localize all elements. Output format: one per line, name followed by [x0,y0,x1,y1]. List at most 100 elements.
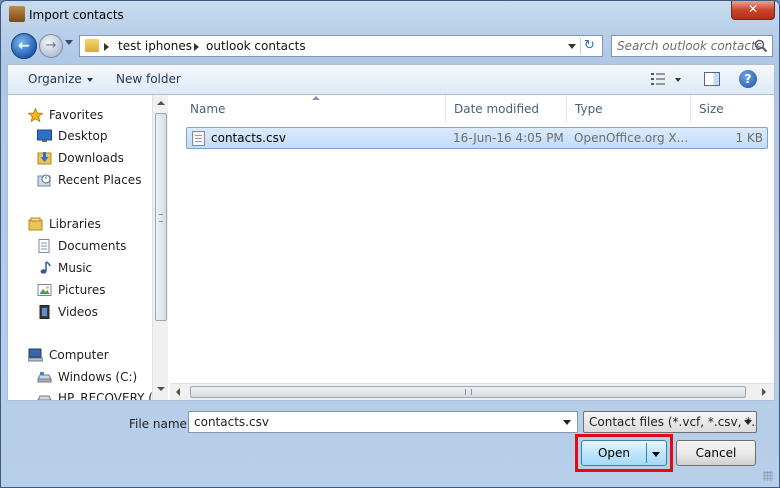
organize-label: Organize [28,72,82,86]
scrollbar-thumb[interactable] [190,386,746,398]
computer-icon [28,348,43,362]
view-options-dropdown-icon[interactable] [675,78,681,82]
recent-places-icon [37,174,51,187]
sidebar-item-documents[interactable]: Documents [8,236,152,256]
column-header-date-modified[interactable]: Date modified [446,95,567,123]
search-input[interactable]: Search outlook contacts [611,35,773,57]
breadcrumb-item[interactable]: test iphones [118,39,192,53]
sort-ascending-icon [312,96,320,100]
sidebar-item-label: Computer [49,348,109,362]
sidebar-item-desktop[interactable]: Desktop [8,126,152,146]
file-name-label: File name: [129,417,191,431]
scroll-right-icon[interactable] [762,388,766,396]
dialog-footer: File name: contacts.csv Contact files (*… [7,401,775,483]
csv-file-icon [192,131,205,146]
sidebar-item-videos[interactable]: Videos [8,302,152,322]
videos-icon [39,305,50,319]
new-folder-button[interactable]: New folder [116,72,181,86]
open-button[interactable]: Open [581,440,667,466]
sidebar-item-hp-recovery[interactable]: HP_RECOVERY (D [8,388,152,400]
sidebar-item-favorites[interactable]: Favorites [8,105,152,125]
table-row[interactable]: contacts.csv 16-Jun-16 4:05 PM OpenOffic… [186,127,768,149]
cancel-button[interactable]: Cancel [676,440,756,466]
sidebar-item-label: Music [58,261,93,275]
column-header-type[interactable]: Type [567,95,691,123]
sidebar-item-pictures[interactable]: Pictures [8,280,152,300]
libraries-icon [28,217,43,231]
file-type-select[interactable]: Contact files (*.vcf, *.csv, *.xls [583,411,757,433]
preview-pane-icon[interactable] [704,72,720,86]
change-view-icon[interactable] [651,73,665,85]
address-dropdown-icon[interactable] [568,44,576,49]
back-arrow-icon[interactable]: ← [11,33,37,59]
breadcrumb-arrow-icon[interactable] [194,43,199,51]
sidebar-item-label: Recent Places [58,173,142,187]
column-header-label: Date modified [454,102,540,116]
help-icon[interactable]: ? [739,70,757,88]
sidebar-item-label: Downloads [58,151,124,165]
app-icon [9,6,25,22]
chevron-down-icon[interactable] [563,420,571,425]
recent-pages-dropdown-icon[interactable] [65,40,73,45]
file-date-modified: 16-Jun-16 4:05 PM [453,131,564,145]
column-header-size[interactable]: Size [691,95,774,123]
drive-icon [37,372,52,383]
scroll-left-icon[interactable] [176,388,180,396]
documents-icon [38,239,50,253]
column-header-name[interactable]: Name [170,95,446,123]
scroll-down-icon[interactable] [157,387,165,391]
scroll-grip-icon [159,214,163,222]
column-header-label: Name [190,102,226,116]
breadcrumb-item[interactable]: outlook contacts [206,39,306,53]
refresh-icon[interactable]: ↻ [580,38,598,54]
file-type: OpenOffice.org X... [574,131,689,145]
split-divider [646,443,647,463]
sidebar-item-libraries[interactable]: Libraries [8,214,152,234]
file-name: contacts.csv [211,131,286,145]
drive-icon [37,395,52,400]
window-title: Import contacts [29,8,124,22]
resize-grip-icon[interactable] [763,471,773,481]
folder-icon [85,39,99,52]
organize-button[interactable]: Organize [28,72,93,86]
file-name-value: contacts.csv [194,415,269,429]
file-list: Name Date modified Type Size contacts.cs… [170,95,774,400]
scrollbar-thumb[interactable] [155,113,167,321]
sidebar-item-label: Windows (C:) [58,370,138,384]
navigation-pane-scrollbar[interactable] [152,95,168,400]
sidebar-item-recent-places[interactable]: Recent Places [8,170,152,190]
sidebar-item-label: HP_RECOVERY (D [58,391,152,400]
sidebar-item-label: Libraries [49,217,101,231]
pictures-icon [37,284,52,296]
title-bar: Import contacts ✕ [1,1,779,29]
file-size: 1 KB [735,131,763,145]
downloads-icon [37,152,52,165]
column-header-label: Type [575,102,603,116]
sidebar-item-windows-c[interactable]: Windows (C:) [8,367,152,387]
sidebar-item-downloads[interactable]: Downloads [8,148,152,168]
chevron-down-icon [86,77,93,82]
sidebar-item-label: Documents [58,239,127,253]
file-name-input[interactable]: contacts.csv [188,411,578,433]
music-icon [40,261,51,274]
close-button[interactable]: ✕ [731,1,775,20]
chevron-down-icon[interactable] [652,452,660,457]
scroll-up-icon[interactable] [157,101,165,105]
breadcrumb-arrow-icon[interactable] [104,43,109,51]
import-contacts-dialog: Import contacts ✕ ← → test iphones outlo… [0,0,780,488]
sidebar-item-label: Desktop [58,129,108,143]
search-icon[interactable] [754,39,768,53]
navigation-pane: Favorites Desktop Downloads Recent Place… [8,95,168,400]
address-bar[interactable]: test iphones outlook contacts ↻ [79,35,603,57]
sidebar-item-computer[interactable]: Computer [8,345,152,365]
open-button-label: Open [597,446,631,460]
desktop-icon [37,129,52,142]
content-area: Favorites Desktop Downloads Recent Place… [7,94,775,401]
sidebar-item-label: Pictures [58,283,106,297]
file-list-horizontal-scrollbar[interactable] [170,383,774,400]
sidebar-item-label: Videos [58,305,98,319]
command-bar: Organize New folder ? [7,64,775,94]
forward-arrow-icon[interactable]: → [39,34,63,58]
sidebar-item-music[interactable]: Music [8,258,152,278]
navigation-bar: ← → test iphones outlook contacts ↻ Sear… [7,31,775,61]
